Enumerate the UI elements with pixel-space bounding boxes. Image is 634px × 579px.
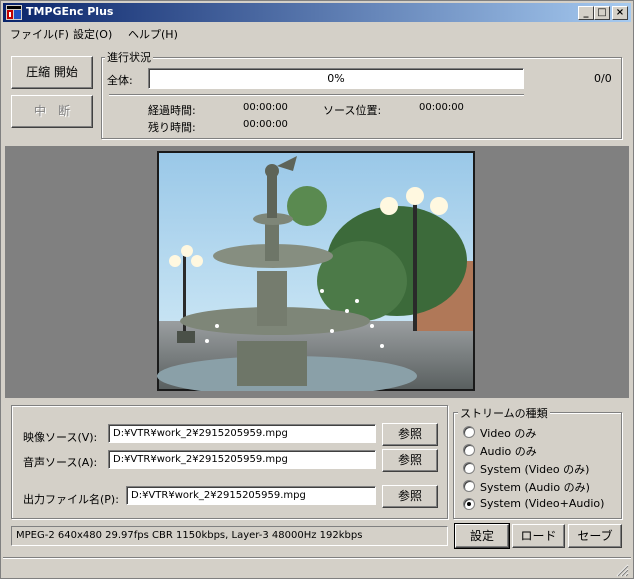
menu-file[interactable]: ファイル(F) [10,26,69,42]
output-file-label: 出力ファイル名(P): [23,493,119,506]
encode-info-text: MPEG-2 640x480 29.97fps CBR 1150kbps, La… [16,530,363,541]
elapsed-time-value: 00:00:00 [243,102,288,113]
audio-source-value: D:¥VTR¥work_2¥2915205959.mpg [113,454,288,465]
settings-button[interactable]: 設定 [454,523,510,549]
app-icon [6,5,22,20]
radio-system-video-only-label[interactable]: System (Video のみ) [480,461,589,477]
source-position-label: ソース位置: [323,104,382,117]
menu-bar: ファイル(F) 設定(O) ヘルプ(H) [3,23,631,42]
resize-grip-icon[interactable] [615,563,629,577]
stop-button[interactable]: 中 断 [11,95,93,128]
progress-bar: 0% [148,68,524,89]
radio-audio-only-label[interactable]: Audio のみ [480,443,537,459]
progress-count: 0/0 [594,72,612,85]
elapsed-time-label: 経過時間: [148,104,196,117]
source-position-value: 00:00:00 [419,102,464,113]
radio-system-video-audio-label[interactable]: System (Video+Audio) [480,497,604,510]
remaining-time-value: 00:00:00 [243,119,288,130]
total-label: 全体: [107,74,133,87]
window-title: TMPGEnc Plus [26,5,114,18]
status-bar [3,557,631,577]
save-button[interactable]: セーブ [568,524,622,548]
encode-info-bar: MPEG-2 640x480 29.97fps CBR 1150kbps, La… [11,526,448,546]
radio-system-video-only[interactable] [463,462,475,474]
video-source-value: D:¥VTR¥work_2¥2915205959.mpg [113,428,288,439]
audio-source-label: 音声ソース(A): [23,456,98,469]
progress-divider [109,94,524,96]
stream-type-group-label: ストリームの種類 [458,405,550,421]
start-encode-button[interactable]: 圧縮 開始 [11,56,93,89]
title-bar[interactable]: TMPGEnc Plus _ □ × [3,3,631,22]
radio-system-video-audio[interactable] [463,498,475,510]
audio-source-input[interactable]: D:¥VTR¥work_2¥2915205959.mpg [108,450,376,469]
maximize-button[interactable]: □ [594,6,610,20]
progress-group-label: 進行状況 [105,49,153,65]
close-button[interactable]: × [612,6,628,20]
radio-video-only-label[interactable]: Video のみ [480,425,536,441]
preview-area [5,146,629,398]
video-source-label: 映像ソース(V): [23,431,98,444]
menu-settings[interactable]: 設定(O) [73,26,112,42]
menu-help[interactable]: ヘルプ(H) [128,26,178,42]
radio-audio-only[interactable] [463,444,475,456]
video-browse-button[interactable]: 参照 [382,423,438,446]
radio-video-only[interactable] [463,426,475,438]
remaining-time-label: 残り時間: [148,121,196,134]
radio-system-audio-only-label[interactable]: System (Audio のみ) [480,479,590,495]
radio-system-audio-only[interactable] [463,480,475,492]
app-window: TMPGEnc Plus _ □ × ファイル(F) 設定(O) ヘルプ(H) … [0,0,634,579]
output-browse-button[interactable]: 参照 [382,485,438,508]
output-file-input[interactable]: D:¥VTR¥work_2¥2915205959.mpg [126,486,376,505]
minimize-button[interactable]: _ [578,6,594,20]
output-file-value: D:¥VTR¥work_2¥2915205959.mpg [131,490,306,501]
progress-percent: 0% [327,72,345,85]
video-preview-image [157,151,475,391]
load-button[interactable]: ロード [512,524,565,548]
video-source-input[interactable]: D:¥VTR¥work_2¥2915205959.mpg [108,424,376,443]
audio-browse-button[interactable]: 参照 [382,449,438,472]
